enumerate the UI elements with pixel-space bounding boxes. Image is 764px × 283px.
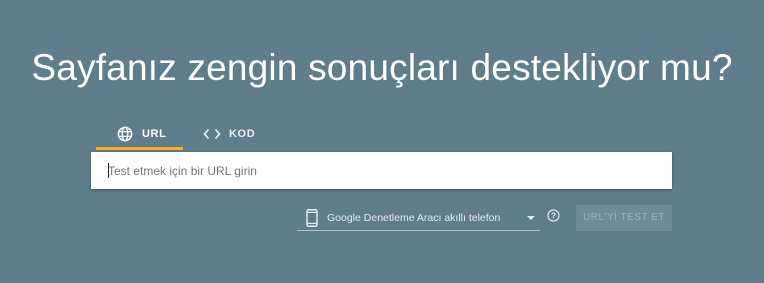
url-input[interactable] xyxy=(91,152,672,189)
globe-icon xyxy=(116,125,134,143)
smartphone-icon xyxy=(301,207,323,229)
help-circle-icon[interactable]: ? xyxy=(547,209,560,222)
tab-url[interactable]: URL xyxy=(96,120,183,150)
svg-text:?: ? xyxy=(551,211,556,221)
test-url-button[interactable]: URL'Yİ TEST ET xyxy=(576,205,672,231)
page-title: Sayfanız zengin sonuçları destekliyor mu… xyxy=(31,47,733,88)
code-icon xyxy=(203,125,221,143)
dropdown-arrow-icon xyxy=(527,216,535,220)
device-select[interactable]: Google Denetleme Aracı akıllı telefon xyxy=(297,205,540,231)
tab-code-label: KOD xyxy=(229,127,256,140)
input-type-tabs: URL KOD xyxy=(96,120,273,150)
tab-url-label: URL xyxy=(142,127,167,140)
text-cursor xyxy=(108,163,109,178)
tab-code[interactable]: KOD xyxy=(183,120,273,150)
device-select-value: Google Denetleme Aracı akıllı telefon xyxy=(327,211,501,224)
